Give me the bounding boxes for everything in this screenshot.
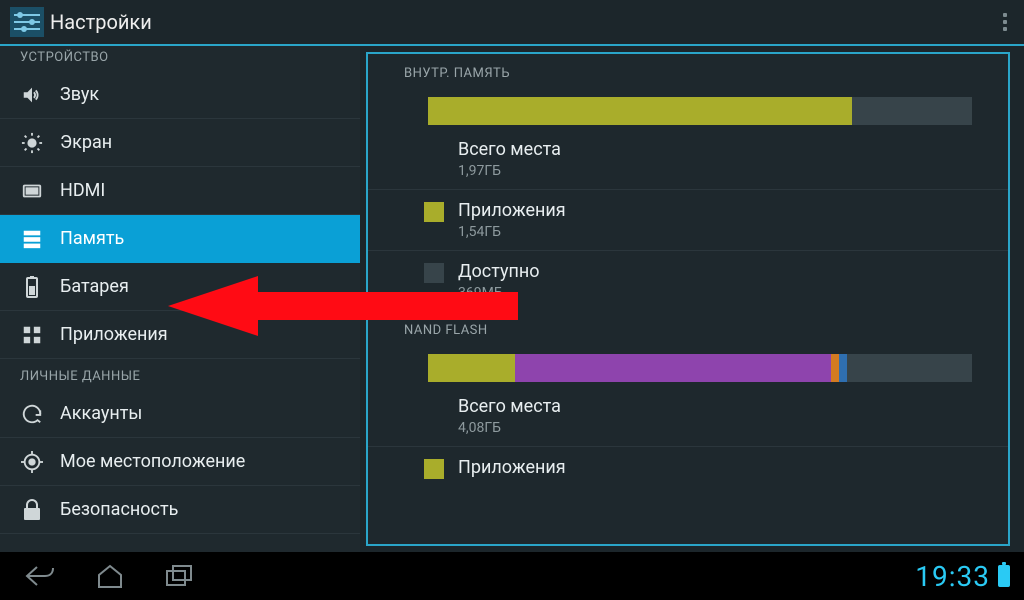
sidebar-item-label: Память bbox=[60, 228, 124, 249]
storage-bar-seg bbox=[831, 354, 839, 382]
sidebar-item-label: Экран bbox=[60, 132, 112, 153]
storage-bar-nand bbox=[428, 354, 972, 382]
system-navbar: 19:33 bbox=[0, 552, 1024, 600]
location-icon bbox=[18, 448, 46, 476]
swatch-none bbox=[424, 141, 444, 161]
sidebar-item-label: Батарея bbox=[60, 276, 129, 297]
row-title: Всего места bbox=[458, 139, 561, 161]
storage-section-internal-title: ВНУТР. ПАМЯТЬ bbox=[368, 54, 1008, 89]
brightness-icon bbox=[18, 129, 46, 157]
settings-tuner-icon bbox=[10, 7, 44, 37]
sidebar-item-label: Приложения bbox=[60, 324, 168, 345]
volume-icon bbox=[18, 81, 46, 109]
storage-section-nand-title: NAND FLASH bbox=[368, 311, 1008, 346]
storage-row-apps-nand[interactable]: Приложения bbox=[368, 446, 1008, 491]
hdmi-icon bbox=[18, 177, 46, 205]
storage-bar-seg bbox=[428, 97, 852, 125]
row-title: Всего места bbox=[458, 396, 561, 418]
sidebar-item-label: HDMI bbox=[60, 180, 105, 201]
storage-row-apps[interactable]: Приложения 1,54ГБ bbox=[368, 189, 1008, 250]
storage-bar-seg bbox=[852, 97, 972, 125]
sidebar-item-label: Безопасность bbox=[60, 499, 178, 520]
storage-bar-seg bbox=[839, 354, 847, 382]
storage-detail-panel: ВНУТР. ПАМЯТЬ Всего места 1,97ГБ bbox=[366, 52, 1010, 546]
swatch-apps bbox=[424, 459, 444, 479]
swatch-apps bbox=[424, 202, 444, 222]
sidebar-item-sound[interactable]: Звук bbox=[0, 71, 360, 119]
row-sub: 369МБ bbox=[458, 285, 540, 301]
storage-bar-seg bbox=[847, 354, 972, 382]
sync-icon bbox=[18, 400, 46, 428]
storage-bar-seg bbox=[428, 354, 515, 382]
battery-icon bbox=[18, 273, 46, 301]
storage-row-available[interactable]: Доступно 369МБ bbox=[368, 250, 1008, 311]
row-sub: 1,54ГБ bbox=[458, 224, 566, 240]
row-sub: 4,08ГБ bbox=[458, 420, 561, 436]
storage-bar-seg bbox=[515, 354, 831, 382]
storage-bar-internal bbox=[428, 97, 972, 125]
nav-home-button[interactable] bbox=[84, 558, 136, 594]
section-header-device: УСТРОЙСТВО bbox=[0, 46, 360, 71]
overflow-menu-icon[interactable] bbox=[996, 13, 1014, 31]
row-sub: 1,97ГБ bbox=[458, 163, 561, 179]
lock-icon bbox=[18, 496, 46, 524]
sidebar-item-display[interactable]: Экран bbox=[0, 119, 360, 167]
sidebar-item-hdmi[interactable]: HDMI bbox=[0, 167, 360, 215]
sidebar-item-battery[interactable]: Батарея bbox=[0, 263, 360, 311]
sidebar-item-location[interactable]: Мое местоположение bbox=[0, 438, 360, 486]
storage-icon bbox=[18, 225, 46, 253]
storage-row-total-nand[interactable]: Всего места 4,08ГБ bbox=[368, 386, 1008, 446]
nav-back-button[interactable] bbox=[14, 558, 66, 594]
status-clock: 19:33 bbox=[915, 560, 990, 593]
storage-row-total[interactable]: Всего места 1,97ГБ bbox=[368, 129, 1008, 189]
sidebar-item-label: Звук bbox=[60, 84, 99, 105]
swatch-none bbox=[424, 398, 444, 418]
apps-icon bbox=[18, 321, 46, 349]
settings-sidebar: УСТРОЙСТВО Звук Экран bbox=[0, 46, 360, 552]
row-title: Приложения bbox=[458, 200, 566, 222]
sidebar-item-security[interactable]: Безопасность bbox=[0, 486, 360, 534]
sidebar-item-apps[interactable]: Приложения bbox=[0, 311, 360, 359]
sidebar-item-label: Аккаунты bbox=[60, 403, 142, 424]
app-title: Настройки bbox=[50, 10, 152, 34]
sidebar-item-storage[interactable]: Память bbox=[0, 215, 360, 263]
title-bar: Настройки bbox=[0, 0, 1024, 46]
status-battery-icon bbox=[998, 565, 1010, 587]
sidebar-item-label: Мое местоположение bbox=[60, 451, 245, 472]
sidebar-item-accounts[interactable]: Аккаунты bbox=[0, 390, 360, 438]
section-header-personal: ЛИЧНЫЕ ДАННЫЕ bbox=[0, 359, 360, 390]
swatch-available bbox=[424, 263, 444, 283]
row-title: Приложения bbox=[458, 457, 566, 479]
row-title: Доступно bbox=[458, 261, 540, 283]
nav-recents-button[interactable] bbox=[154, 558, 206, 594]
